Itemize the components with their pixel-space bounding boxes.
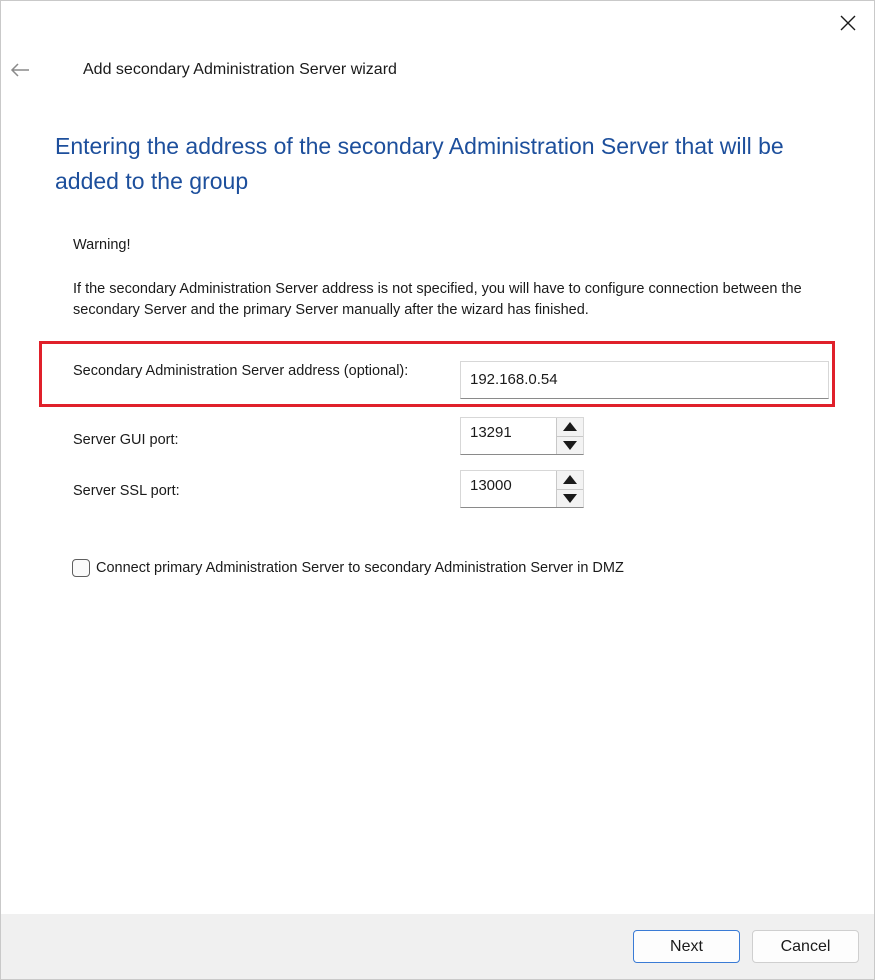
dmz-checkbox[interactable] [72,559,90,577]
triangle-up-icon [563,422,577,432]
triangle-up-icon [563,475,577,485]
ssl-port-up-button[interactable] [557,471,583,490]
cancel-button[interactable]: Cancel [752,930,859,963]
warning-text: If the secondary Administration Server a… [73,281,802,318]
ssl-port-label: Server SSL port: [73,483,180,499]
gui-port-down-button[interactable] [557,436,583,454]
ssl-port-value[interactable]: 13000 [470,477,512,494]
warning-title: Warning! [73,237,131,253]
triangle-down-icon [563,493,577,503]
gui-port-spin-buttons [556,418,583,454]
address-label: Secondary Administration Server address … [73,363,409,379]
arrow-left-icon [10,63,29,77]
footer-bar: Next Cancel [1,914,874,979]
address-input[interactable]: 192.168.0.54 [460,361,829,399]
ssl-port-down-button[interactable] [557,489,583,507]
gui-port-value[interactable]: 13291 [470,424,512,441]
dmz-label[interactable]: Connect primary Administration Server to… [96,560,624,576]
close-icon [840,15,856,31]
gui-port-spinner[interactable]: 13291 [460,417,584,455]
gui-port-label: Server GUI port: [73,432,179,448]
wizard-title: Add secondary Administration Server wiza… [83,61,397,78]
close-button[interactable] [836,11,860,35]
dmz-option[interactable]: Connect primary Administration Server to… [72,559,624,577]
ssl-port-spinner[interactable]: 13000 [460,470,584,508]
wizard-window: Add secondary Administration Server wiza… [0,0,875,980]
gui-port-up-button[interactable] [557,418,583,437]
back-button[interactable] [7,59,33,81]
ssl-port-spin-buttons [556,471,583,507]
page-heading: Entering the address of the secondary Ad… [55,133,784,194]
next-button[interactable]: Next [633,930,740,963]
triangle-down-icon [563,440,577,450]
